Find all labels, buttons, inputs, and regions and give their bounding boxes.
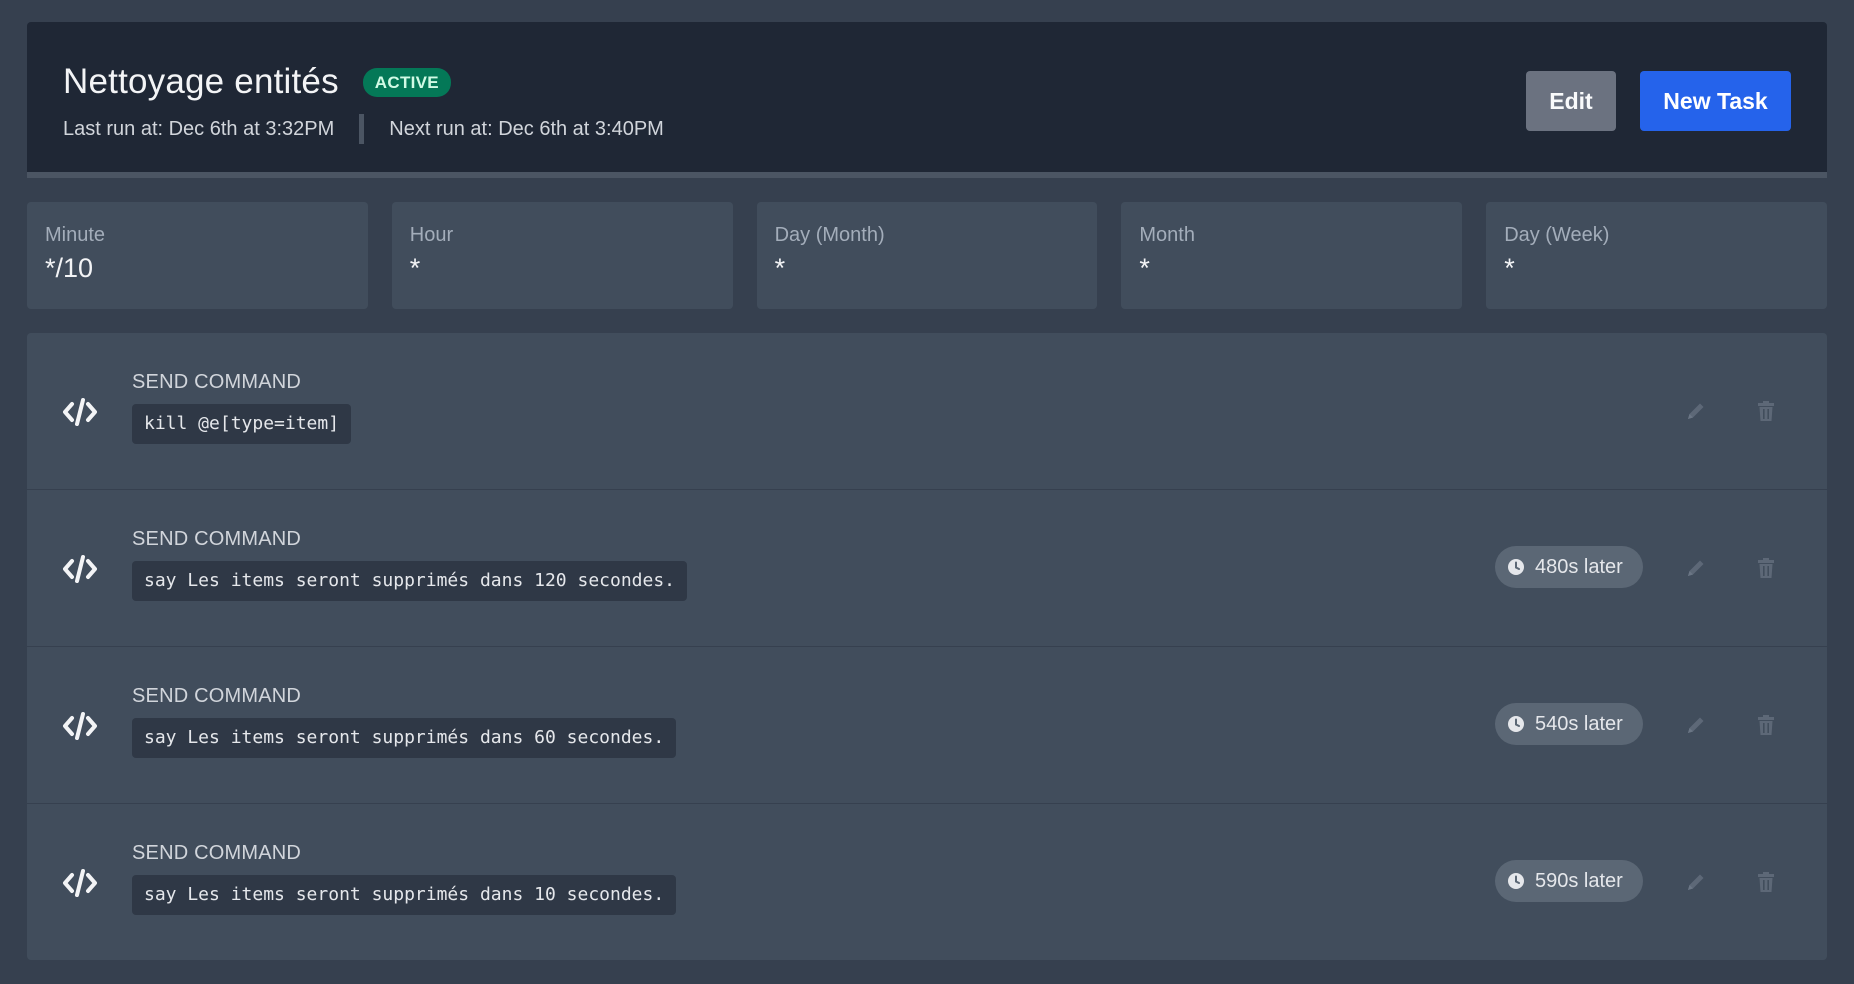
delay-text: 480s later [1535, 555, 1623, 578]
code-icon [62, 397, 98, 427]
task-type: SEND COMMAND [132, 528, 302, 550]
task-list: SEND COMMAND kill @e[type=item] SEND COM… [27, 333, 1827, 960]
task-type: SEND COMMAND [132, 371, 302, 393]
schedule-page: Nettoyage entités ACTIVE Last run at: De… [27, 22, 1827, 960]
delay-text: 540s later [1535, 712, 1623, 735]
task-command: kill @e[type=item] [132, 404, 352, 444]
trash-icon[interactable] [1753, 398, 1779, 424]
task-body: SEND COMMAND say Les items seront suppri… [132, 842, 677, 915]
cron-label: Day (Month) [774, 224, 885, 246]
cron-label: Minute [45, 224, 106, 246]
cron-label: Hour [409, 224, 454, 246]
run-info-divider [359, 114, 365, 144]
cron-card-month: Month * [1121, 202, 1463, 309]
trash-icon[interactable] [1753, 712, 1779, 738]
pencil-icon[interactable] [1683, 869, 1709, 895]
cron-label: Day (Week) [1504, 224, 1610, 246]
clock-icon [1508, 716, 1524, 732]
task-row: SEND COMMAND say Les items seront suppri… [27, 490, 1827, 647]
cron-card-day-week: Day (Week) * [1486, 202, 1827, 309]
task-command: say Les items seront supprimés dans 60 s… [132, 718, 677, 758]
delay-text: 590s later [1535, 869, 1623, 892]
code-icon [62, 868, 98, 898]
cron-value: */10 [45, 253, 94, 283]
task-row: SEND COMMAND say Les items seront suppri… [27, 804, 1827, 960]
trash-icon[interactable] [1753, 869, 1779, 895]
pencil-icon[interactable] [1683, 398, 1709, 424]
cron-summary: Minute */10 Hour * Day (Month) * Month *… [27, 202, 1827, 309]
task-type: SEND COMMAND [132, 842, 302, 864]
task-row: SEND COMMAND say Les items seront suppri… [27, 647, 1827, 804]
task-body: SEND COMMAND kill @e[type=item] [132, 371, 352, 444]
last-run-text: Last run at: Dec 6th at 3:32PM [63, 117, 335, 140]
cron-card-minute: Minute */10 [27, 202, 368, 309]
cron-label: Month [1139, 224, 1195, 246]
cron-value: * [774, 253, 786, 283]
delay-badge: 540s later [1495, 703, 1643, 745]
code-icon [62, 711, 98, 741]
delay-badge: 480s later [1495, 546, 1643, 588]
code-icon [62, 554, 98, 584]
edit-button[interactable]: Edit [1526, 71, 1616, 131]
cron-value: * [1504, 253, 1515, 283]
new-task-button[interactable]: New Task [1640, 71, 1791, 131]
cron-value: * [1139, 253, 1150, 283]
task-type: SEND COMMAND [132, 685, 302, 707]
header-actions: Edit New Task [1526, 71, 1791, 131]
trash-icon[interactable] [1753, 555, 1779, 581]
next-run-text: Next run at: Dec 6th at 3:40PM [389, 117, 664, 140]
pencil-icon[interactable] [1683, 555, 1709, 581]
task-row: SEND COMMAND kill @e[type=item] [27, 333, 1827, 490]
delay-badge: 590s later [1495, 860, 1643, 902]
task-body: SEND COMMAND say Les items seront suppri… [132, 528, 688, 601]
clock-icon [1508, 873, 1524, 889]
pencil-icon[interactable] [1683, 712, 1709, 738]
cron-card-day-month: Day (Month) * [756, 202, 1098, 309]
clock-icon [1508, 559, 1524, 575]
schedule-header: Nettoyage entités ACTIVE Last run at: De… [27, 22, 1827, 178]
cron-value: * [409, 253, 421, 283]
task-body: SEND COMMAND say Les items seront suppri… [132, 685, 677, 758]
page-title: Nettoyage entités [63, 62, 339, 101]
task-command: say Les items seront supprimés dans 120 … [132, 561, 688, 601]
task-command: say Les items seront supprimés dans 10 s… [132, 875, 677, 915]
cron-card-hour: Hour * [391, 202, 733, 309]
status-badge: ACTIVE [362, 67, 451, 97]
